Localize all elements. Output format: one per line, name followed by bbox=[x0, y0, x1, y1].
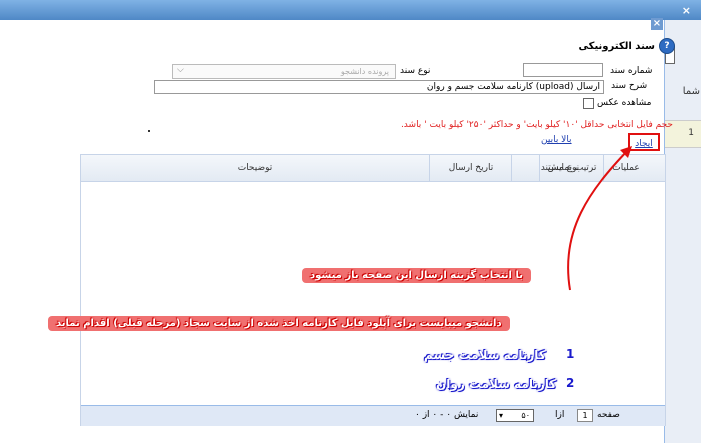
annotation-item2: کارنامه سلامت روان bbox=[436, 377, 557, 391]
annotation-item1-number: 1 bbox=[566, 347, 575, 361]
annotation-item2-number: 2 bbox=[566, 376, 575, 390]
annotation-item1: کارنامه سلامت جسم bbox=[424, 348, 546, 362]
annotation-banner-2: دانشجو میبایست برای آپلود فایل کارنامه ا… bbox=[48, 316, 510, 331]
annotation-banner-1: با انتخاب گزینه ارسال این صفحه باز میشود bbox=[302, 268, 531, 283]
annotation-arrow bbox=[567, 146, 632, 291]
